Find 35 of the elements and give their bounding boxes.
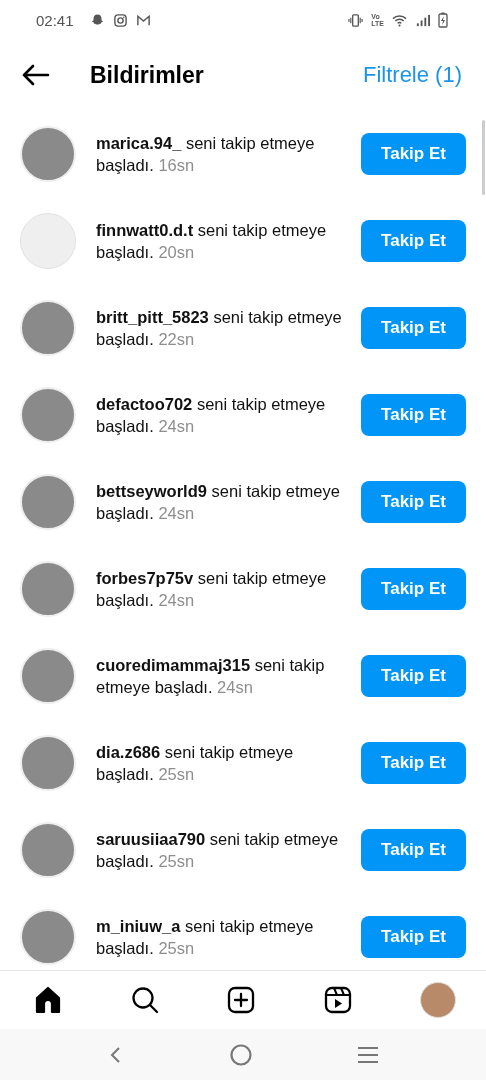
notification-text: m_iniuw_a seni takip etmeye başladı. 25sn bbox=[96, 915, 315, 959]
follow-button[interactable]: Takip Et bbox=[361, 654, 466, 697]
filter-button[interactable]: Filtrele (1) bbox=[363, 62, 462, 88]
camera-icon bbox=[112, 12, 128, 28]
notification-text: cuoredimammaj315 seni takip etmeye başladı. 24sn bbox=[96, 654, 326, 698]
vibrate-icon bbox=[348, 12, 364, 28]
home-icon[interactable] bbox=[34, 986, 62, 1014]
search-icon[interactable] bbox=[130, 986, 159, 1014]
follow-button[interactable]: Takip Et bbox=[361, 132, 466, 175]
follow-button[interactable]: Takip Et bbox=[361, 219, 466, 262]
status-time: 02:41 bbox=[36, 11, 74, 29]
profile-avatar[interactable] bbox=[420, 982, 456, 1018]
notification-text: saruusiiaa790 seni takip etmeye başladı. 25sn bbox=[96, 828, 340, 872]
follow-button[interactable]: Takip Et bbox=[361, 393, 466, 436]
notification-text: britt_pitt_5823 seni takip etmeye başladı. 22sn bbox=[96, 306, 343, 350]
follow-button[interactable]: Takip Et bbox=[361, 480, 466, 523]
mail-icon bbox=[135, 12, 151, 28]
follow-button[interactable]: Takip Et bbox=[361, 915, 466, 958]
follow-button[interactable]: Takip Et bbox=[361, 741, 466, 784]
home-circle-icon[interactable] bbox=[229, 1042, 253, 1067]
video-play-icon[interactable] bbox=[323, 986, 352, 1014]
page-title: Bildirimler bbox=[90, 61, 204, 89]
follow-button[interactable]: Takip Et bbox=[361, 828, 466, 871]
battery-charging-icon bbox=[438, 12, 448, 28]
notification-text: marica.94_ seni takip etmeye başladı. 16sn bbox=[96, 132, 316, 176]
follow-button[interactable]: Takip Et bbox=[361, 567, 466, 610]
notification-text: forbes7p75v seni takip etmeye başladı. 24sn bbox=[96, 567, 328, 611]
add-icon[interactable] bbox=[227, 986, 255, 1014]
notification-text: defactoo702 seni takip etmeye başladı. 24sn bbox=[96, 393, 327, 437]
wifi-icon bbox=[392, 12, 407, 28]
notification-text: dia.z686 seni takip etmeye başladı. 25sn bbox=[96, 741, 295, 785]
notification-text: bettseyworld9 seni takip etmeye başladı. 24sn bbox=[96, 480, 341, 524]
notification-text: finnwatt0.d.t seni takip etmeye başladı. 20sn bbox=[96, 219, 328, 263]
follow-button[interactable]: Takip Et bbox=[361, 306, 466, 349]
signal-icon bbox=[415, 12, 430, 28]
